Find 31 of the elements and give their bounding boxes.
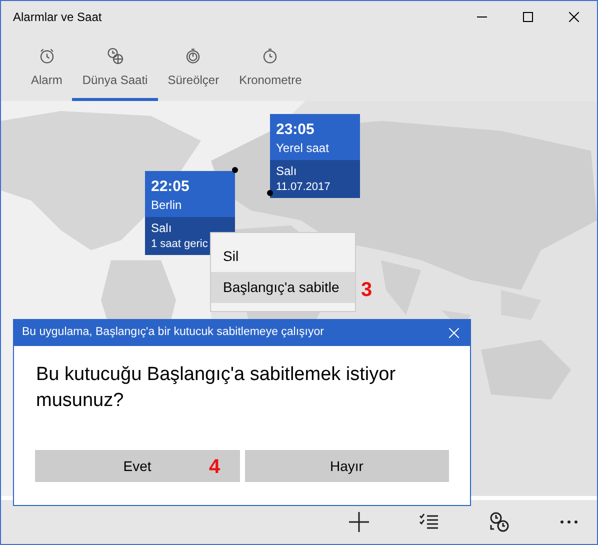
clock-detail: 1 saat geric [151, 237, 208, 252]
dialog-close-button[interactable] [446, 325, 462, 341]
clock-detail: 11.07.2017 [276, 180, 330, 195]
window-title: Alarmlar ve Saat [13, 9, 103, 26]
tab[interactable]: Alarm [21, 33, 72, 101]
clock-globe-icon [106, 47, 124, 65]
dialog-button[interactable]: Hayır [244, 450, 449, 482]
close-icon [449, 328, 459, 338]
tab[interactable]: Süreölçer [158, 33, 230, 101]
clock-day: Salı [276, 163, 297, 179]
add-icon [347, 510, 371, 534]
close-icon [569, 12, 579, 22]
timer-icon [184, 47, 202, 65]
menu-item[interactable]: Başlangıç'a sabitle [211, 272, 355, 303]
alarm-clock-icon [38, 47, 56, 65]
menu-item[interactable]: Sil [211, 241, 355, 272]
maximize-icon [523, 12, 533, 22]
map-pin-icon [232, 167, 238, 173]
dialog-title: Bu uygulama, Başlangıç'a bir kutucuk sabitlemeye çalışıyor [22, 325, 325, 340]
map-pin-icon [267, 190, 273, 196]
dialog-question: Bu kutucuğu Başlangıç'a sabitlemek istiyor musunuz? [35, 363, 397, 413]
clock-day: Salı [151, 220, 172, 236]
clock-place: Yerel saat [276, 140, 329, 156]
clock-place: Berlin [151, 197, 182, 213]
more-icon [560, 520, 578, 524]
clock-time: 23:05 [276, 120, 314, 140]
clock-time: 22:05 [151, 177, 190, 197]
step-number: 3 [361, 278, 372, 303]
stopwatch-icon [261, 47, 280, 65]
tab[interactable]: Kronometre [229, 33, 312, 101]
step-number: 4 [209, 455, 220, 480]
